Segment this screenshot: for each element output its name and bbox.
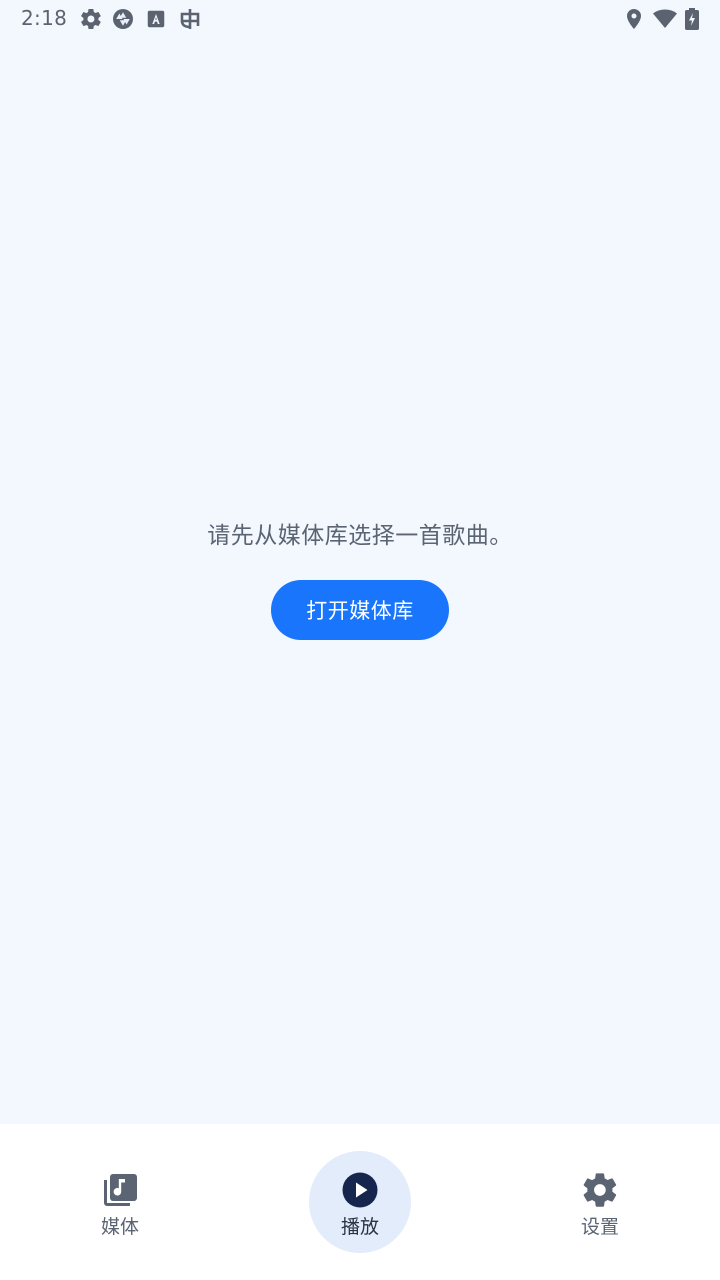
nav-item-media[interactable]: 媒体 — [0, 1124, 240, 1280]
bottom-navigation-bar: 媒体 播放 设置 — [0, 1124, 720, 1280]
status-bar: 2:18 — [0, 0, 720, 40]
nav-label-play: 播放 — [340, 1216, 379, 1238]
empty-state-message: 请先从媒体库选择一首歌曲。 — [207, 523, 513, 549]
gear-icon — [79, 7, 103, 31]
status-time: 2:18 — [21, 6, 68, 30]
wifi-icon — [652, 7, 678, 31]
location-icon — [622, 7, 646, 31]
battery-charging-icon — [682, 7, 702, 31]
play-circle-icon — [340, 1170, 380, 1210]
music-library-icon — [100, 1170, 140, 1210]
open-media-library-button[interactable]: 打开媒体库 — [271, 580, 449, 640]
nav-item-play[interactable]: 播放 — [240, 1124, 480, 1280]
bug-icon — [177, 6, 203, 32]
nav-label-settings: 设置 — [580, 1216, 619, 1238]
settings-gear-icon — [580, 1170, 620, 1210]
nav-item-settings[interactable]: 设置 — [480, 1124, 720, 1280]
nav-label-media: 媒体 — [100, 1216, 139, 1238]
aperture-icon — [111, 7, 135, 31]
font-a-icon — [145, 8, 167, 30]
